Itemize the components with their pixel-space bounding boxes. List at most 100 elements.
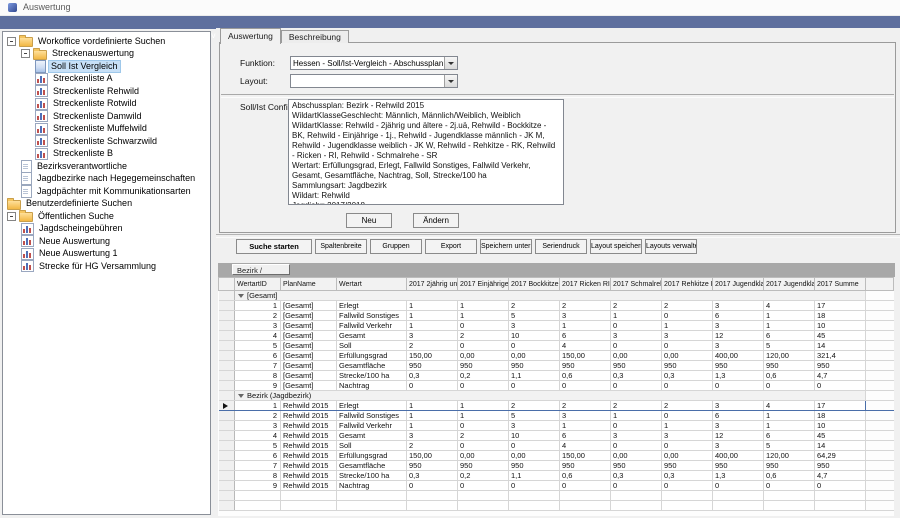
grid-cell[interactable]: Rehwild 2015 <box>281 411 337 421</box>
tree-item-soll-ist-vergleich[interactable]: Soll Ist Vergleich <box>3 60 210 73</box>
grid-cell[interactable]: 9 <box>235 481 281 491</box>
grid-cell[interactable]: 7 <box>235 361 281 371</box>
layouts-verwalten-button[interactable]: Layouts verwalten <box>645 239 697 254</box>
group-expand-icon[interactable] <box>238 394 244 398</box>
layout-select[interactable] <box>290 74 458 88</box>
suche-starten-button[interactable]: Suche starten <box>236 239 312 254</box>
aendern-button[interactable]: Ändern <box>413 213 459 228</box>
grid-cell[interactable]: 1 <box>407 311 458 321</box>
neu-button[interactable]: Neu <box>346 213 392 228</box>
grid-cell[interactable]: 0 <box>458 381 509 391</box>
gruppen-button[interactable]: Gruppen <box>370 239 422 254</box>
table-row[interactable]: 8Rehwild 2015Strecke/100 ha0,30,21,10,60… <box>219 471 894 481</box>
grid-cell[interactable]: 950 <box>662 361 713 371</box>
grid-cell[interactable]: 2 <box>407 441 458 451</box>
grid-cell[interactable]: 2 <box>509 401 560 411</box>
grid-cell[interactable]: 0,00 <box>458 451 509 461</box>
grid-cell[interactable]: 120,00 <box>764 451 815 461</box>
grid-cell[interactable]: Soll <box>337 341 407 351</box>
table-row[interactable]: 5[Gesamt]Soll2004003514 <box>219 341 894 351</box>
grid-cell[interactable]: 3 <box>713 301 764 311</box>
row-selector-cell[interactable] <box>219 451 235 461</box>
grid-cell[interactable]: 1 <box>458 301 509 311</box>
grid-cell[interactable]: 5 <box>764 441 815 451</box>
table-row[interactable]: 7Rehwild 2015Gesamtfläche950950950950950… <box>219 461 894 471</box>
grid-cell[interactable]: 10 <box>815 421 866 431</box>
grid-cell[interactable]: 950 <box>407 361 458 371</box>
row-selector-cell[interactable] <box>219 301 235 311</box>
tree-item-workoffice-vordefinierte-suchen[interactable]: Workoffice vordefinierte Suchen <box>3 35 210 48</box>
grid-cell[interactable]: 950 <box>407 461 458 471</box>
chevron-down-icon[interactable] <box>444 57 457 69</box>
grid-cell[interactable]: 0 <box>662 341 713 351</box>
grid-cell[interactable]: 10 <box>509 431 560 441</box>
grid-cell[interactable]: 2 <box>458 331 509 341</box>
grid-cell[interactable]: 17 <box>815 301 866 311</box>
column-header-2017-bockkitze-bk[interactable]: 2017 Bockkitze BK <box>509 278 560 291</box>
grid-cell[interactable]: 4 <box>235 331 281 341</box>
tree-item-benutzerdefinierte-suchen[interactable]: Benutzerdefinierte Suchen <box>3 198 210 211</box>
grid-cell[interactable]: 0 <box>407 481 458 491</box>
grid-cell[interactable]: 3 <box>713 401 764 411</box>
tree-item-streckenliste-rehwild[interactable]: Streckenliste Rehwild <box>3 85 210 98</box>
grid-cell[interactable]: [Gesamt] <box>281 321 337 331</box>
grid-cell[interactable]: 0,00 <box>509 451 560 461</box>
grid-cell[interactable]: 1 <box>407 401 458 411</box>
table-row[interactable]: 9Rehwild 2015Nachtrag000000000 <box>219 481 894 491</box>
row-selector-cell[interactable] <box>219 331 235 341</box>
grid-cell[interactable]: 400,00 <box>713 451 764 461</box>
grid-cell[interactable]: 3 <box>611 431 662 441</box>
grid-cell[interactable]: 3 <box>713 441 764 451</box>
grid-cell[interactable]: 3 <box>235 321 281 331</box>
tree-item-strecke-für-hg-versammlung[interactable]: Strecke für HG Versammlung <box>3 260 210 273</box>
spaltenbreite-button[interactable]: Spaltenbreite <box>315 239 367 254</box>
grid-cell[interactable]: 7 <box>235 461 281 471</box>
grid-cell[interactable]: 1 <box>407 421 458 431</box>
grid-cell[interactable]: 2 <box>235 411 281 421</box>
grid-cell[interactable]: 950 <box>458 361 509 371</box>
grid-cell[interactable]: 1,3 <box>713 371 764 381</box>
grid-cell[interactable]: 3 <box>560 411 611 421</box>
grid-cell[interactable]: 9 <box>235 381 281 391</box>
grid-cell[interactable]: 400,00 <box>713 351 764 361</box>
grid-cell[interactable]: Rehwild 2015 <box>281 431 337 441</box>
grid-cell[interactable]: 4,7 <box>815 471 866 481</box>
grid-cell[interactable]: 1 <box>458 311 509 321</box>
grid-cell[interactable]: 5 <box>235 341 281 351</box>
grid-cell[interactable]: Fallwild Sonstiges <box>337 411 407 421</box>
grid-cell[interactable]: 2 <box>458 431 509 441</box>
grid-cell[interactable]: 0 <box>764 381 815 391</box>
grid-cell[interactable]: 0 <box>662 311 713 321</box>
table-row[interactable]: 6Rehwild 2015Erfüllungsgrad150,000,000,0… <box>219 451 894 461</box>
grid-cell[interactable]: 0,6 <box>560 471 611 481</box>
grid-cell[interactable]: 0 <box>662 441 713 451</box>
grid-cell[interactable]: 0 <box>458 481 509 491</box>
grid-cell[interactable]: 950 <box>509 361 560 371</box>
row-selector-cell[interactable] <box>219 501 235 511</box>
grid-cell[interactable]: 0,3 <box>407 371 458 381</box>
grid-cell[interactable]: 950 <box>764 461 815 471</box>
grid-cell[interactable]: 6 <box>235 451 281 461</box>
grid-cell[interactable]: 6 <box>713 311 764 321</box>
grid-cell[interactable]: 6 <box>764 431 815 441</box>
grid-cell[interactable]: 2 <box>662 401 713 411</box>
group-row-bezirk-jagdbezirk[interactable]: Bezirk (Jagdbezirk) <box>219 391 894 401</box>
grid-cell[interactable]: 1 <box>611 411 662 421</box>
group-row-gesamt[interactable]: [Gesamt] <box>219 291 894 301</box>
grid-cell[interactable]: 64,29 <box>815 451 866 461</box>
grid-cell[interactable]: 3 <box>560 311 611 321</box>
grid-cell[interactable]: Gesamt <box>337 331 407 341</box>
grid-cell[interactable]: 0,2 <box>458 371 509 381</box>
table-row[interactable]: 1Rehwild 2015Erlegt1122223417 <box>219 401 894 411</box>
grid-cell[interactable]: 0,3 <box>407 471 458 481</box>
grid-cell[interactable]: 12 <box>713 331 764 341</box>
grid-cell[interactable]: 6 <box>235 351 281 361</box>
group-row-cell[interactable]: [Gesamt] <box>235 291 866 301</box>
grid-cell[interactable]: Soll <box>337 441 407 451</box>
row-selector-cell[interactable] <box>219 361 235 371</box>
grid-cell[interactable]: 1 <box>764 321 815 331</box>
grid-cell[interactable]: 2 <box>407 341 458 351</box>
config-textarea[interactable]: Abschussplan: Bezirk - Rehwild 2015 Wild… <box>288 99 564 205</box>
grid-cell[interactable]: 950 <box>611 461 662 471</box>
grid-cell[interactable]: 0,00 <box>458 351 509 361</box>
